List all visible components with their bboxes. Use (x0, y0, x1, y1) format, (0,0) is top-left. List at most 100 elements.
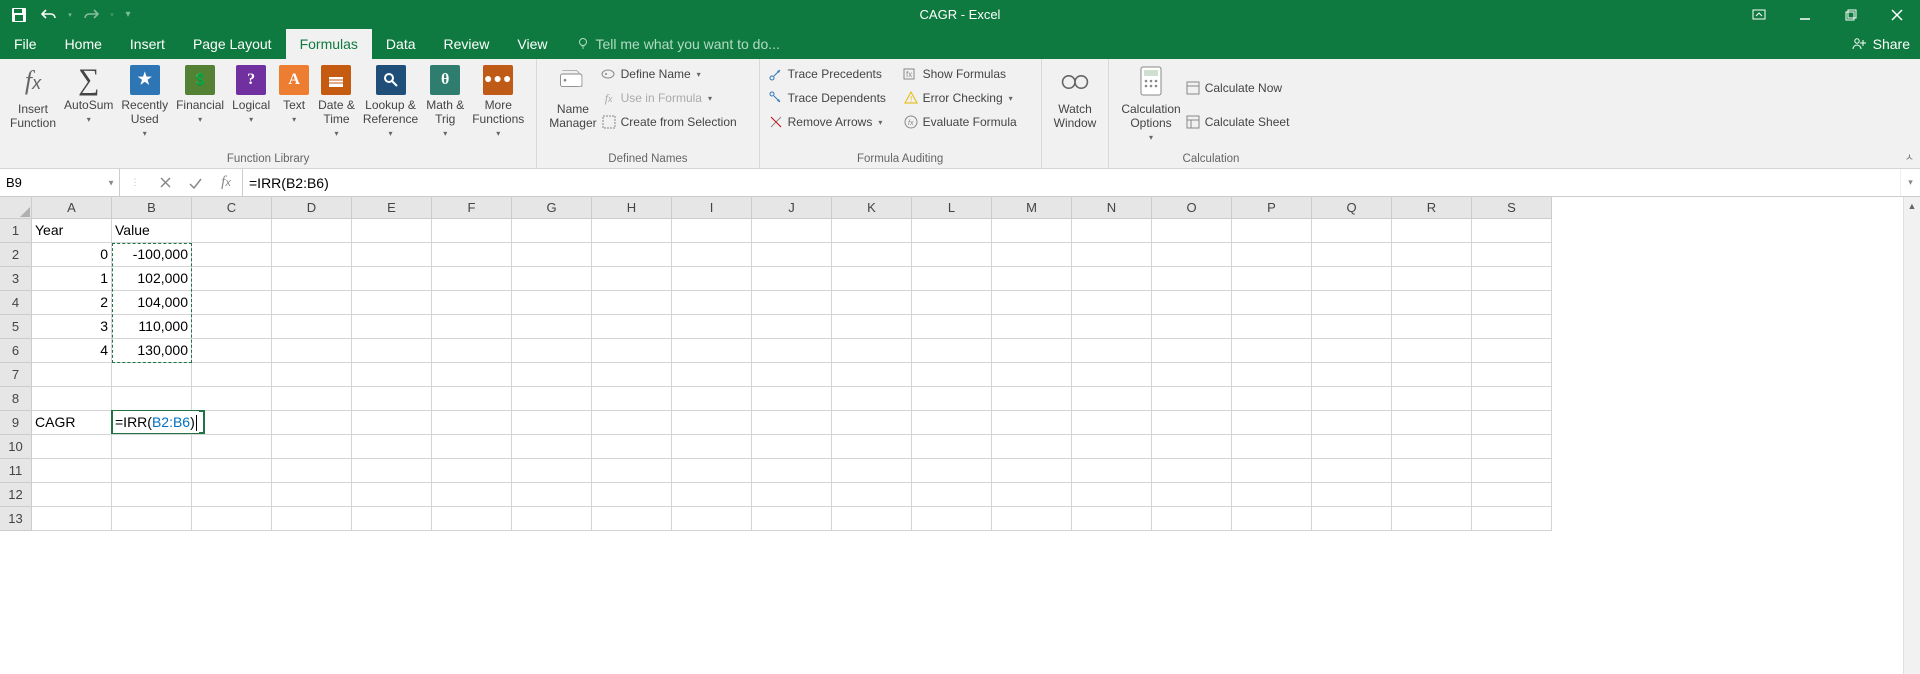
cell-P10[interactable] (1232, 435, 1312, 459)
calculate-sheet-button[interactable]: Calculate Sheet (1185, 112, 1305, 132)
cell-O5[interactable] (1152, 315, 1232, 339)
row-header-12[interactable]: 12 (0, 483, 32, 507)
cell-P3[interactable] (1232, 267, 1312, 291)
cell-F9[interactable] (432, 411, 512, 435)
name-box-input[interactable] (0, 169, 119, 196)
row-header-3[interactable]: 3 (0, 267, 32, 291)
create-from-selection-button[interactable]: Create from Selection (601, 112, 751, 132)
cell-O9[interactable] (1152, 411, 1232, 435)
cell-F2[interactable] (432, 243, 512, 267)
cell-N10[interactable] (1072, 435, 1152, 459)
tab-review[interactable]: Review (430, 29, 504, 59)
cell-L11[interactable] (912, 459, 992, 483)
cell-N5[interactable] (1072, 315, 1152, 339)
cell-K1[interactable] (832, 219, 912, 243)
cell-M12[interactable] (992, 483, 1072, 507)
tab-home[interactable]: Home (51, 29, 116, 59)
date-time-button[interactable]: Date & Time ▾ (314, 62, 359, 141)
cell-N11[interactable] (1072, 459, 1152, 483)
cell-Q3[interactable] (1312, 267, 1392, 291)
cell-I4[interactable] (672, 291, 752, 315)
cell-L7[interactable] (912, 363, 992, 387)
formula-dropdown[interactable]: ⋮ (120, 169, 150, 196)
cell-P13[interactable] (1232, 507, 1312, 531)
cell-M13[interactable] (992, 507, 1072, 531)
lookup-reference-button[interactable]: Lookup & Reference ▾ (359, 62, 422, 141)
cell-D3[interactable] (272, 267, 352, 291)
cell-C2[interactable] (192, 243, 272, 267)
cell-D9[interactable] (272, 411, 352, 435)
cell-I6[interactable] (672, 339, 752, 363)
cell-K4[interactable] (832, 291, 912, 315)
cell-K12[interactable] (832, 483, 912, 507)
column-header-P[interactable]: P (1232, 197, 1312, 218)
trace-dependents-button[interactable]: Trace Dependents (768, 88, 903, 108)
cell-C8[interactable] (192, 387, 272, 411)
cell-F11[interactable] (432, 459, 512, 483)
tab-file[interactable]: File (0, 29, 51, 59)
math-trig-button[interactable]: θ Math & Trig ▾ (422, 62, 468, 141)
cell-L6[interactable] (912, 339, 992, 363)
cell-H9[interactable] (592, 411, 672, 435)
cell-P12[interactable] (1232, 483, 1312, 507)
cell-G5[interactable] (512, 315, 592, 339)
cell-J3[interactable] (752, 267, 832, 291)
cell-K3[interactable] (832, 267, 912, 291)
cell-H13[interactable] (592, 507, 672, 531)
cell-C9[interactable] (192, 411, 272, 435)
ribbon-display-options[interactable] (1736, 0, 1782, 29)
cell-L3[interactable] (912, 267, 992, 291)
cell-A5[interactable]: 3 (32, 315, 112, 339)
cell-Q5[interactable] (1312, 315, 1392, 339)
remove-arrows-button[interactable]: Remove Arrows ▾ (768, 112, 903, 132)
column-header-O[interactable]: O (1152, 197, 1232, 218)
cell-N8[interactable] (1072, 387, 1152, 411)
qat-customize[interactable]: ▾ (118, 9, 138, 20)
cell-A8[interactable] (32, 387, 112, 411)
cell-H2[interactable] (592, 243, 672, 267)
row-header-7[interactable]: 7 (0, 363, 32, 387)
cell-N13[interactable] (1072, 507, 1152, 531)
row-header-5[interactable]: 5 (0, 315, 32, 339)
row-header-9[interactable]: 9 (0, 411, 32, 435)
cell-M5[interactable] (992, 315, 1072, 339)
cell-O13[interactable] (1152, 507, 1232, 531)
cell-N12[interactable] (1072, 483, 1152, 507)
cell-I12[interactable] (672, 483, 752, 507)
cell-Q11[interactable] (1312, 459, 1392, 483)
undo-button[interactable] (34, 0, 64, 29)
cell-F10[interactable] (432, 435, 512, 459)
cell-J11[interactable] (752, 459, 832, 483)
cell-E10[interactable] (352, 435, 432, 459)
cell-C10[interactable] (192, 435, 272, 459)
cell-Q2[interactable] (1312, 243, 1392, 267)
cell-Q9[interactable] (1312, 411, 1392, 435)
cell-C6[interactable] (192, 339, 272, 363)
cell-H5[interactable] (592, 315, 672, 339)
cell-A1[interactable]: Year (32, 219, 112, 243)
calculation-options-button[interactable]: Calculation Options ▾ (1117, 62, 1184, 145)
column-header-S[interactable]: S (1472, 197, 1552, 218)
cell-D12[interactable] (272, 483, 352, 507)
cell-M3[interactable] (992, 267, 1072, 291)
cell-A13[interactable] (32, 507, 112, 531)
trace-precedents-button[interactable]: Trace Precedents (768, 64, 903, 84)
use-in-formula-button[interactable]: fx Use in Formula ▾ (601, 88, 751, 108)
cell-O2[interactable] (1152, 243, 1232, 267)
cell-B1[interactable]: Value (112, 219, 192, 243)
cell-F13[interactable] (432, 507, 512, 531)
cell-B12[interactable] (112, 483, 192, 507)
cell-E9[interactable] (352, 411, 432, 435)
cell-J1[interactable] (752, 219, 832, 243)
cell-C11[interactable] (192, 459, 272, 483)
cell-A11[interactable] (32, 459, 112, 483)
cell-J6[interactable] (752, 339, 832, 363)
cell-J2[interactable] (752, 243, 832, 267)
cell-M6[interactable] (992, 339, 1072, 363)
cell-A4[interactable]: 2 (32, 291, 112, 315)
tab-insert[interactable]: Insert (116, 29, 179, 59)
cell-D4[interactable] (272, 291, 352, 315)
recently-used-button[interactable]: ★ Recently Used ▾ (117, 62, 172, 141)
name-manager-button[interactable]: Name Manager (545, 62, 600, 132)
cell-M8[interactable] (992, 387, 1072, 411)
